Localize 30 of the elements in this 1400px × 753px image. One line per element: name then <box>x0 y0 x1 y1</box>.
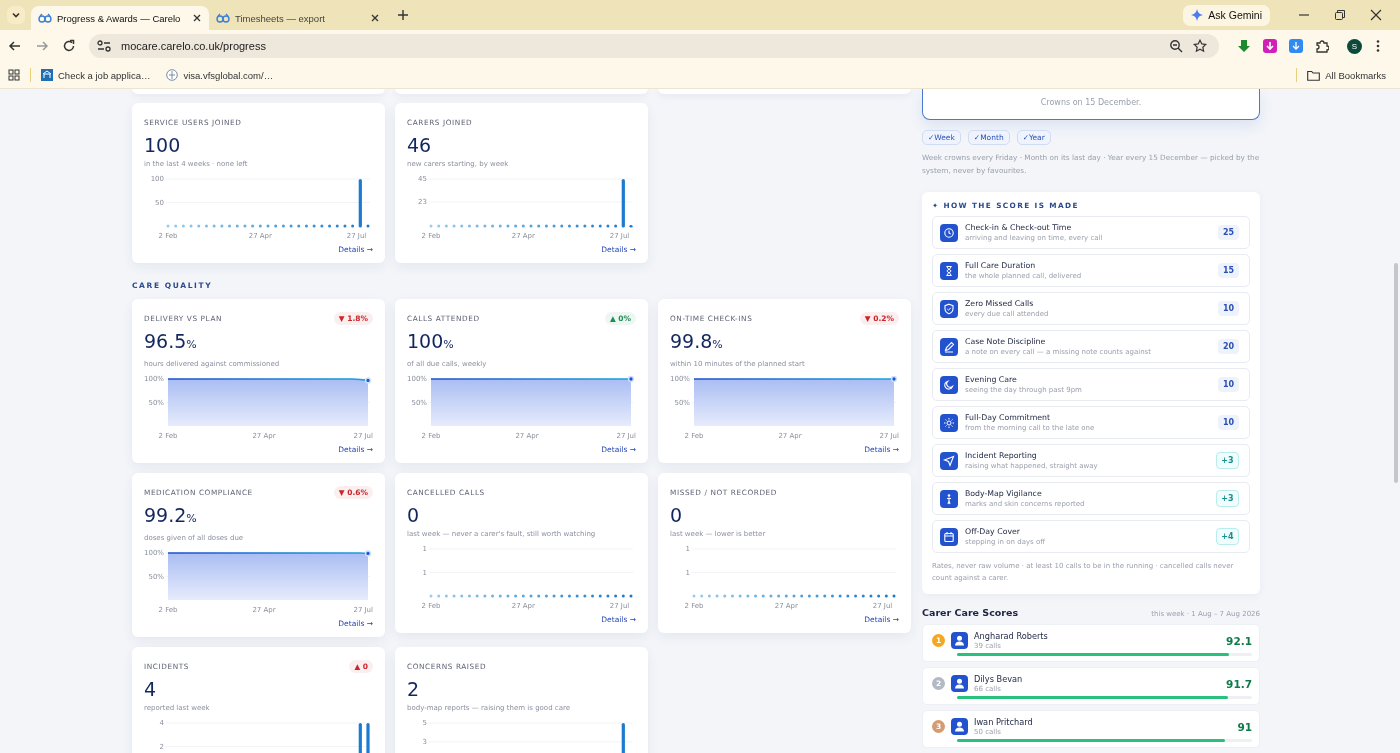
points-badge: 10 <box>1218 415 1239 430</box>
metric-value: 2 <box>407 678 421 700</box>
points-badge: 20 <box>1218 339 1239 354</box>
carer-name: Angharad Roberts <box>974 631 1049 641</box>
score-value: 91.7 <box>1226 677 1252 690</box>
tab-title: Progress & Awards — Carelo <box>57 12 182 24</box>
section-heading: Carer Care Scores <box>922 607 1019 618</box>
score-value: 91 <box>1237 720 1252 733</box>
metric-value: 96.5% <box>144 330 198 354</box>
metric-value: 46 <box>407 134 433 156</box>
points-badge: 25 <box>1218 225 1239 240</box>
carer-name: Dilys Bevan <box>974 674 1024 684</box>
points-badge: 10 <box>1218 377 1239 392</box>
url-text: mocare.carelo.co.uk/progress <box>121 40 266 52</box>
metric-value: 99.8% <box>670 330 724 354</box>
points-badge: +4 <box>1216 528 1239 545</box>
carer-name: Iwan Pritchard <box>974 717 1034 727</box>
metric-value: 0 <box>670 504 684 526</box>
metric-value: 100% <box>407 330 455 354</box>
metric-value: 0 <box>407 504 421 526</box>
metric-value: 100 <box>144 134 182 156</box>
score-value: 92.1 <box>1226 634 1252 647</box>
metric-value: 4 <box>144 678 158 700</box>
points-badge: 15 <box>1218 263 1239 278</box>
points-badge: +3 <box>1216 452 1239 469</box>
points-badge: +3 <box>1216 490 1239 507</box>
points-badge: 10 <box>1218 301 1239 316</box>
award-caption: Crowns on 15 December. <box>1040 98 1142 107</box>
tab-title: Timesheets — export <box>235 12 326 24</box>
metric-value: 99.2% <box>144 504 198 528</box>
